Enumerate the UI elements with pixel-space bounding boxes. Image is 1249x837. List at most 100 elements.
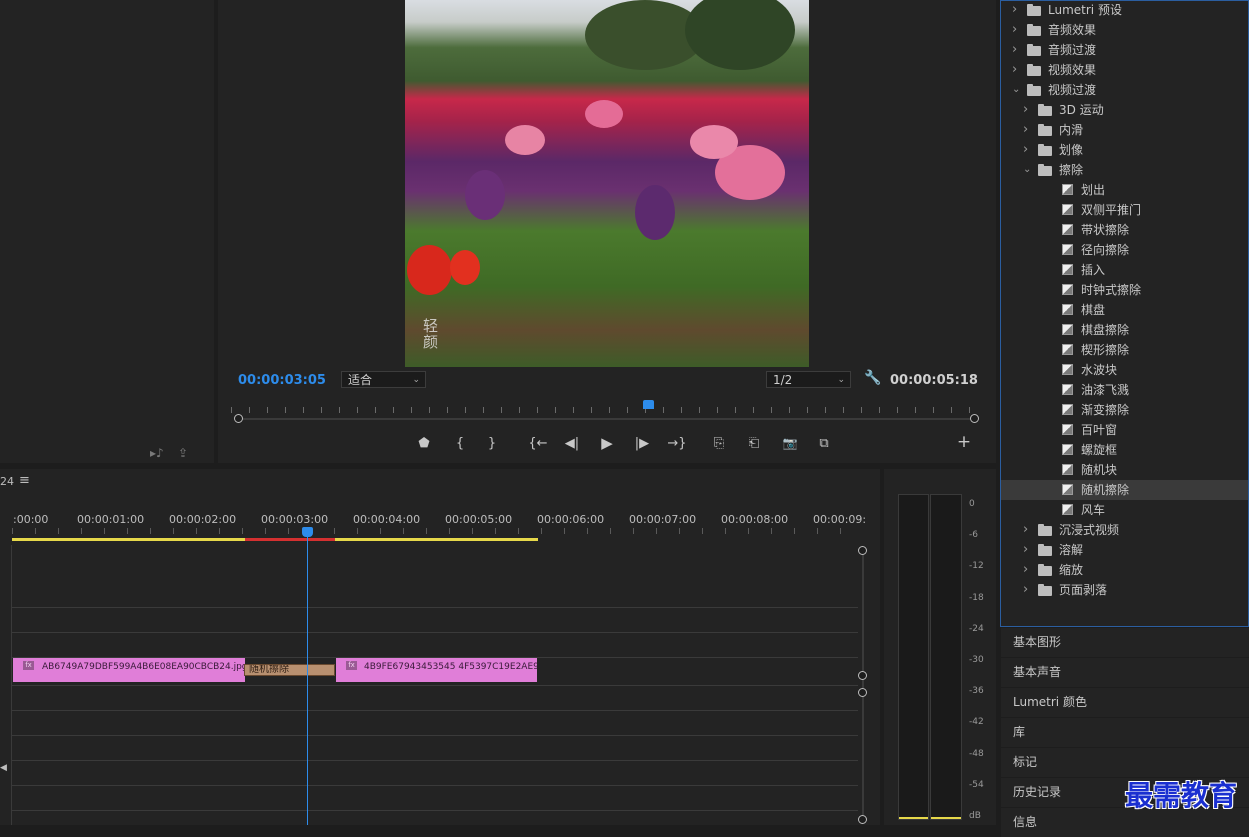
effect-item[interactable]: 水波块 <box>1001 360 1248 380</box>
effects-folder[interactable]: › 缩放 <box>1001 560 1248 580</box>
chevron-right-icon[interactable]: › <box>1023 520 1028 540</box>
monitor-scrollbar[interactable] <box>234 414 979 424</box>
effect-item[interactable]: 径向擦除 <box>1001 240 1248 260</box>
effect-item[interactable]: 渐变擦除 <box>1001 400 1248 420</box>
effects-folder[interactable]: › 音频过渡 <box>1001 40 1248 60</box>
audio-icon[interactable]: ▸♪ <box>150 446 164 460</box>
effect-item[interactable]: 油漆飞溅 <box>1001 380 1248 400</box>
effects-folder[interactable]: › 内滑 <box>1001 120 1248 140</box>
scroll-handle-left[interactable] <box>234 414 243 423</box>
chevron-right-icon[interactable]: › <box>1023 560 1028 580</box>
effect-item[interactable]: 棋盘 <box>1001 300 1248 320</box>
db-scale-label: -18 <box>969 592 984 603</box>
current-timecode[interactable]: 00:00:03:05 <box>238 373 326 388</box>
effects-folder[interactable]: › 页面剥落 <box>1001 580 1248 600</box>
chevron-right-icon[interactable]: › <box>1012 40 1017 60</box>
panel-tab[interactable]: 基本声音 <box>1001 658 1249 687</box>
chevron-down-icon[interactable]: ⌄ <box>1023 160 1031 180</box>
ruler-time-label: 00:00:01:00 <box>77 513 145 526</box>
play-button[interactable]: ▶ <box>598 434 616 452</box>
effects-folder[interactable]: › 视频效果 <box>1001 60 1248 80</box>
effect-item[interactable]: 风车 <box>1001 500 1248 520</box>
vscroll-handle-mid[interactable] <box>858 671 867 680</box>
fit-select-value: 适合 <box>348 373 373 387</box>
db-scale-label: -48 <box>969 748 984 759</box>
chevron-right-icon[interactable]: › <box>1012 0 1017 20</box>
effect-item[interactable]: 随机块 <box>1001 460 1248 480</box>
go-to-in-button[interactable]: {← <box>526 436 550 451</box>
vscroll-handle-bottom[interactable] <box>858 815 867 824</box>
chevron-down-icon[interactable]: ⌄ <box>1012 80 1020 100</box>
chevron-right-icon[interactable]: › <box>1012 20 1017 40</box>
transition-effect-icon <box>1062 224 1073 235</box>
monitor-playhead[interactable] <box>643 400 654 409</box>
effects-folder[interactable]: › Lumetri 预设 <box>1001 0 1248 20</box>
effect-item[interactable]: 棋盘擦除 <box>1001 320 1248 340</box>
tree-item-label: 随机擦除 <box>1081 483 1130 497</box>
chevron-right-icon[interactable]: › <box>1023 120 1028 140</box>
panel-tab[interactable]: Lumetri 颜色 <box>1001 688 1249 717</box>
video-clip-2[interactable]: fx 4B9FE67943453545 4F5397C19E2AE977.j <box>336 658 537 682</box>
fit-select[interactable]: 适合 ⌄ <box>341 371 426 388</box>
effect-item[interactable]: 双侧平推门 <box>1001 200 1248 220</box>
vscroll-handle-mid2[interactable] <box>858 688 867 697</box>
resolution-select[interactable]: 1/2 ⌄ <box>766 371 851 388</box>
chevron-right-icon[interactable]: › <box>1012 60 1017 80</box>
effects-folder[interactable]: › 3D 运动 <box>1001 100 1248 120</box>
effects-folder[interactable]: › 溶解 <box>1001 540 1248 560</box>
add-marker-button[interactable]: ⬟ <box>415 436 433 451</box>
meter-peak-left <box>899 817 928 819</box>
mark-in-button[interactable]: { <box>451 436 469 451</box>
hyacinth <box>635 185 675 240</box>
effect-item[interactable]: 随机擦除 <box>1001 480 1248 500</box>
mark-out-button[interactable]: } <box>483 436 501 451</box>
transition-block[interactable]: 随机擦除 <box>244 664 335 676</box>
compare-view-button[interactable]: ⧉ <box>815 436 833 451</box>
tree-item-label: 棋盘擦除 <box>1081 323 1130 337</box>
effects-folder[interactable]: › 音频效果 <box>1001 20 1248 40</box>
menu-icon[interactable]: ≡ <box>19 473 30 488</box>
effect-item[interactable]: 螺旋框 <box>1001 440 1248 460</box>
clip-1-name: AB6749A79DBF599A4B6E08EA90CBCB24.jpg <box>42 662 248 672</box>
chevron-right-icon[interactable]: › <box>1023 140 1028 160</box>
meter-peak-right <box>931 817 961 819</box>
chevron-right-icon[interactable]: › <box>1023 540 1028 560</box>
camera-icon[interactable]: 📷 <box>781 436 799 450</box>
tree-item-label: 径向擦除 <box>1081 243 1130 257</box>
effect-item[interactable]: 带状擦除 <box>1001 220 1248 240</box>
effects-folder[interactable]: › 划像 <box>1001 140 1248 160</box>
chevron-right-icon[interactable]: › <box>1023 100 1028 120</box>
tree-item-label: 视频过渡 <box>1048 83 1097 97</box>
scroll-handle-right[interactable] <box>970 414 979 423</box>
effect-item[interactable]: 插入 <box>1001 260 1248 280</box>
video-clip-1[interactable]: fx AB6749A79DBF599A4B6E08EA90CBCB24.jpg <box>13 658 248 682</box>
vscroll-handle-top[interactable] <box>858 546 867 555</box>
transition-label: 随机擦除 <box>249 664 289 675</box>
panel-tab[interactable]: 库 <box>1001 718 1249 747</box>
tree-item-label: 油漆飞溅 <box>1081 383 1130 397</box>
go-to-out-button[interactable]: →} <box>665 436 689 451</box>
panel-tab[interactable]: 基本图形 <box>1001 628 1249 657</box>
chevron-right-icon[interactable]: › <box>1023 580 1028 600</box>
effects-folder[interactable]: › 沉浸式视频 <box>1001 520 1248 540</box>
panel-tab[interactable]: 标记 <box>1001 748 1249 777</box>
export-icon[interactable]: ⇪ <box>178 446 188 460</box>
insert-button[interactable]: ⎘ <box>710 436 728 451</box>
playhead-handle[interactable] <box>302 527 313 537</box>
step-forward-button[interactable]: |▶ <box>633 436 651 451</box>
effects-folder[interactable]: ⌄ 擦除 <box>1001 160 1248 180</box>
track-divider <box>12 607 858 608</box>
collapse-left-icon[interactable]: ◀ <box>0 763 7 773</box>
effects-folder[interactable]: ⌄ 视频过渡 <box>1001 80 1248 100</box>
effect-item[interactable]: 百叶窗 <box>1001 420 1248 440</box>
add-button[interactable]: + <box>955 432 973 452</box>
effect-item[interactable]: 时钟式擦除 <box>1001 280 1248 300</box>
overwrite-button[interactable]: ⎗ <box>745 436 763 451</box>
step-back-button[interactable]: ◀| <box>563 436 581 451</box>
effect-item[interactable]: 划出 <box>1001 180 1248 200</box>
timeline-vscroll[interactable] <box>858 546 868 825</box>
effect-item[interactable]: 楔形擦除 <box>1001 340 1248 360</box>
transition-effect-icon <box>1062 504 1073 515</box>
monitor-ruler[interactable] <box>231 401 979 413</box>
wrench-icon[interactable]: 🔧 <box>864 370 881 386</box>
